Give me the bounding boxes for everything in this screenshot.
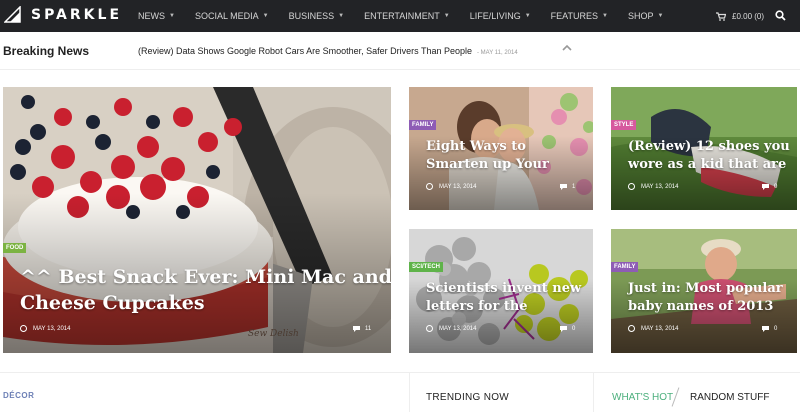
chevron-down-icon: ▼ [443, 13, 450, 19]
post-title[interactable]: (Review) 12 shoes you wore as a kid that… [628, 138, 796, 174]
comment-count[interactable]: 0 [761, 325, 777, 333]
post-title[interactable]: ^^ Best Snack Ever: Mini Mac and Cheese … [20, 264, 391, 316]
comment-count[interactable]: 0 [559, 325, 575, 333]
nav-label: SOCIAL MEDIA [194, 11, 259, 21]
nav-item-social-media[interactable]: SOCIAL MEDIA ▼ [195, 11, 269, 21]
post-date: MAY 13, 2014 [641, 325, 679, 332]
chevron-down-icon: ▼ [169, 13, 175, 19]
comment-number: 0 [774, 184, 778, 190]
category-badge[interactable]: FOOD [3, 243, 27, 253]
breaking-news-title: Breaking News [3, 44, 90, 58]
comment-number: 0 [774, 326, 778, 332]
tab-whats-hot[interactable]: WHAT'S HOT [612, 392, 673, 403]
cart-icon [716, 11, 726, 21]
post-meta: MAY 13, 2014 [426, 325, 476, 332]
featured-post-small[interactable]: STYLE (Review) 12 shoes you wore as a ki… [611, 87, 797, 210]
post-date: MAY 13, 2014 [439, 183, 477, 190]
comment-icon [560, 326, 567, 332]
main-menu: NEWS ▼ SOCIAL MEDIA ▼ BUSINESS ▼ ENTERTAINM… [138, 0, 683, 32]
breaking-headline: (Review) Data Shows Google Robot Cars Ar… [138, 46, 472, 56]
chevron-up-icon[interactable] [562, 44, 572, 52]
breaking-date: - MAY 11, 2014 [477, 50, 518, 56]
featured-post-small[interactable]: FAMILY Just in: Most popular baby names … [611, 229, 797, 353]
post-title[interactable]: Just in: Most popular baby names of 2013 [628, 280, 796, 316]
post-title[interactable]: Eight Ways to Smarten up Your [426, 138, 591, 174]
chevron-down-icon: ▼ [338, 13, 345, 19]
featured-post-small[interactable]: FAMILY Eight Ways to Smarten up Your MAY… [409, 87, 593, 210]
post-title-line: Scientists invent new [426, 281, 582, 296]
image-signature: Sew Delish [248, 329, 299, 339]
clock-icon [628, 183, 635, 190]
top-navigation-bar: SPARKLE NEWS ▼ SOCIAL MEDIA ▼ BUSINESS ▼ EN… [0, 0, 800, 32]
post-title-line: baby names of 2013 [628, 299, 774, 314]
breaking-news-ticker[interactable]: (Review) Data Shows Google Robot Cars Ar… [138, 46, 518, 56]
comment-count[interactable]: 11 [352, 325, 371, 333]
logo-icon [4, 6, 21, 23]
post-date: MAY 13, 2014 [33, 325, 71, 332]
comment-number: 0 [572, 326, 576, 332]
clock-icon [20, 325, 27, 332]
section-title-trending: TRENDING NOW [426, 392, 510, 403]
post-meta: MAY 13, 2014 [20, 325, 70, 332]
post-date: MAY 13, 2014 [641, 183, 679, 190]
category-badge[interactable]: SCI/TECH [409, 262, 444, 272]
post-title-line: Just in: Most popular [628, 281, 783, 296]
chevron-down-icon: ▼ [262, 13, 269, 19]
clock-icon [426, 325, 433, 332]
featured-post-large[interactable]: FOOD ^^ Best Snack Ever: Mini Mac and Ch… [3, 87, 391, 353]
post-title-line: letters for the [426, 299, 528, 314]
chevron-down-icon: ▼ [602, 13, 608, 19]
comment-number: 11 [365, 326, 372, 332]
nav-item-news[interactable]: NEWS ▼ [138, 11, 175, 21]
cart-total: £0.00 (0) [732, 11, 765, 21]
comment-icon [762, 184, 769, 190]
nav-item-shop[interactable]: SHOP ▼ [628, 11, 663, 21]
post-date: MAY 13, 2014 [439, 325, 477, 332]
post-title[interactable]: Scientists invent new letters for the [426, 280, 591, 316]
post-title-line: Smarten up Your [426, 157, 549, 172]
section-title-decor[interactable]: DÉCOR [3, 391, 34, 400]
nav-label: BUSINESS [288, 11, 335, 21]
breaking-news-bar: Breaking News (Review) Data Shows Google… [0, 32, 800, 70]
post-meta: MAY 13, 2014 [426, 183, 476, 190]
nav-item-entertainment[interactable]: ENTERTAINMENT ▼ [364, 11, 450, 21]
divider [409, 373, 410, 412]
nav-item-features[interactable]: FEATURES ▼ [551, 11, 608, 21]
category-badge[interactable]: STYLE [611, 120, 637, 130]
category-badge[interactable]: FAMILY [409, 120, 437, 130]
nav-item-life-living[interactable]: LIFE/LIVING ▼ [470, 11, 531, 21]
comment-icon [762, 326, 769, 332]
nav-label: ENTERTAINMENT [364, 11, 440, 21]
nav-label: NEWS [138, 11, 165, 21]
section-headers: DÉCOR TRENDING NOW WHAT'S HOT RANDOM STU… [0, 372, 800, 412]
clock-icon [628, 325, 635, 332]
post-title-line: wore as a kid that are [628, 157, 787, 172]
clock-icon [426, 183, 433, 190]
comment-icon [353, 326, 360, 332]
featured-post-small[interactable]: SCI/TECH Scientists invent new letters f… [409, 229, 593, 353]
search-icon[interactable] [775, 10, 786, 21]
chevron-down-icon: ▼ [657, 13, 664, 19]
comment-number: 1 [572, 184, 576, 190]
post-title-line: Cheese Cupcakes [20, 292, 205, 314]
comment-count[interactable]: 1 [559, 183, 575, 191]
comment-count[interactable]: 0 [761, 183, 777, 191]
site-logo[interactable]: SPARKLE [4, 6, 122, 23]
nav-label: LIFE/LIVING [469, 11, 521, 21]
cart-button[interactable]: £0.00 (0) [716, 0, 764, 32]
comment-icon [560, 184, 567, 190]
post-title-line: Eight Ways to [426, 139, 526, 154]
brand-name: SPARKLE [31, 6, 123, 23]
post-meta: MAY 13, 2014 [628, 183, 678, 190]
tab-random-stuff[interactable]: RANDOM STUFF [690, 392, 769, 403]
post-title-line: (Review) 12 shoes you [628, 139, 790, 154]
category-badge[interactable]: FAMILY [611, 262, 639, 272]
divider [593, 373, 594, 412]
post-meta: MAY 13, 2014 [628, 325, 678, 332]
post-title-line: ^^ Best Snack Ever: Mini Mac and [20, 266, 391, 288]
chevron-down-icon: ▼ [524, 13, 531, 19]
nav-item-business[interactable]: BUSINESS ▼ [289, 11, 344, 21]
nav-label: SHOP [627, 11, 654, 21]
nav-label: FEATURES [550, 11, 599, 21]
